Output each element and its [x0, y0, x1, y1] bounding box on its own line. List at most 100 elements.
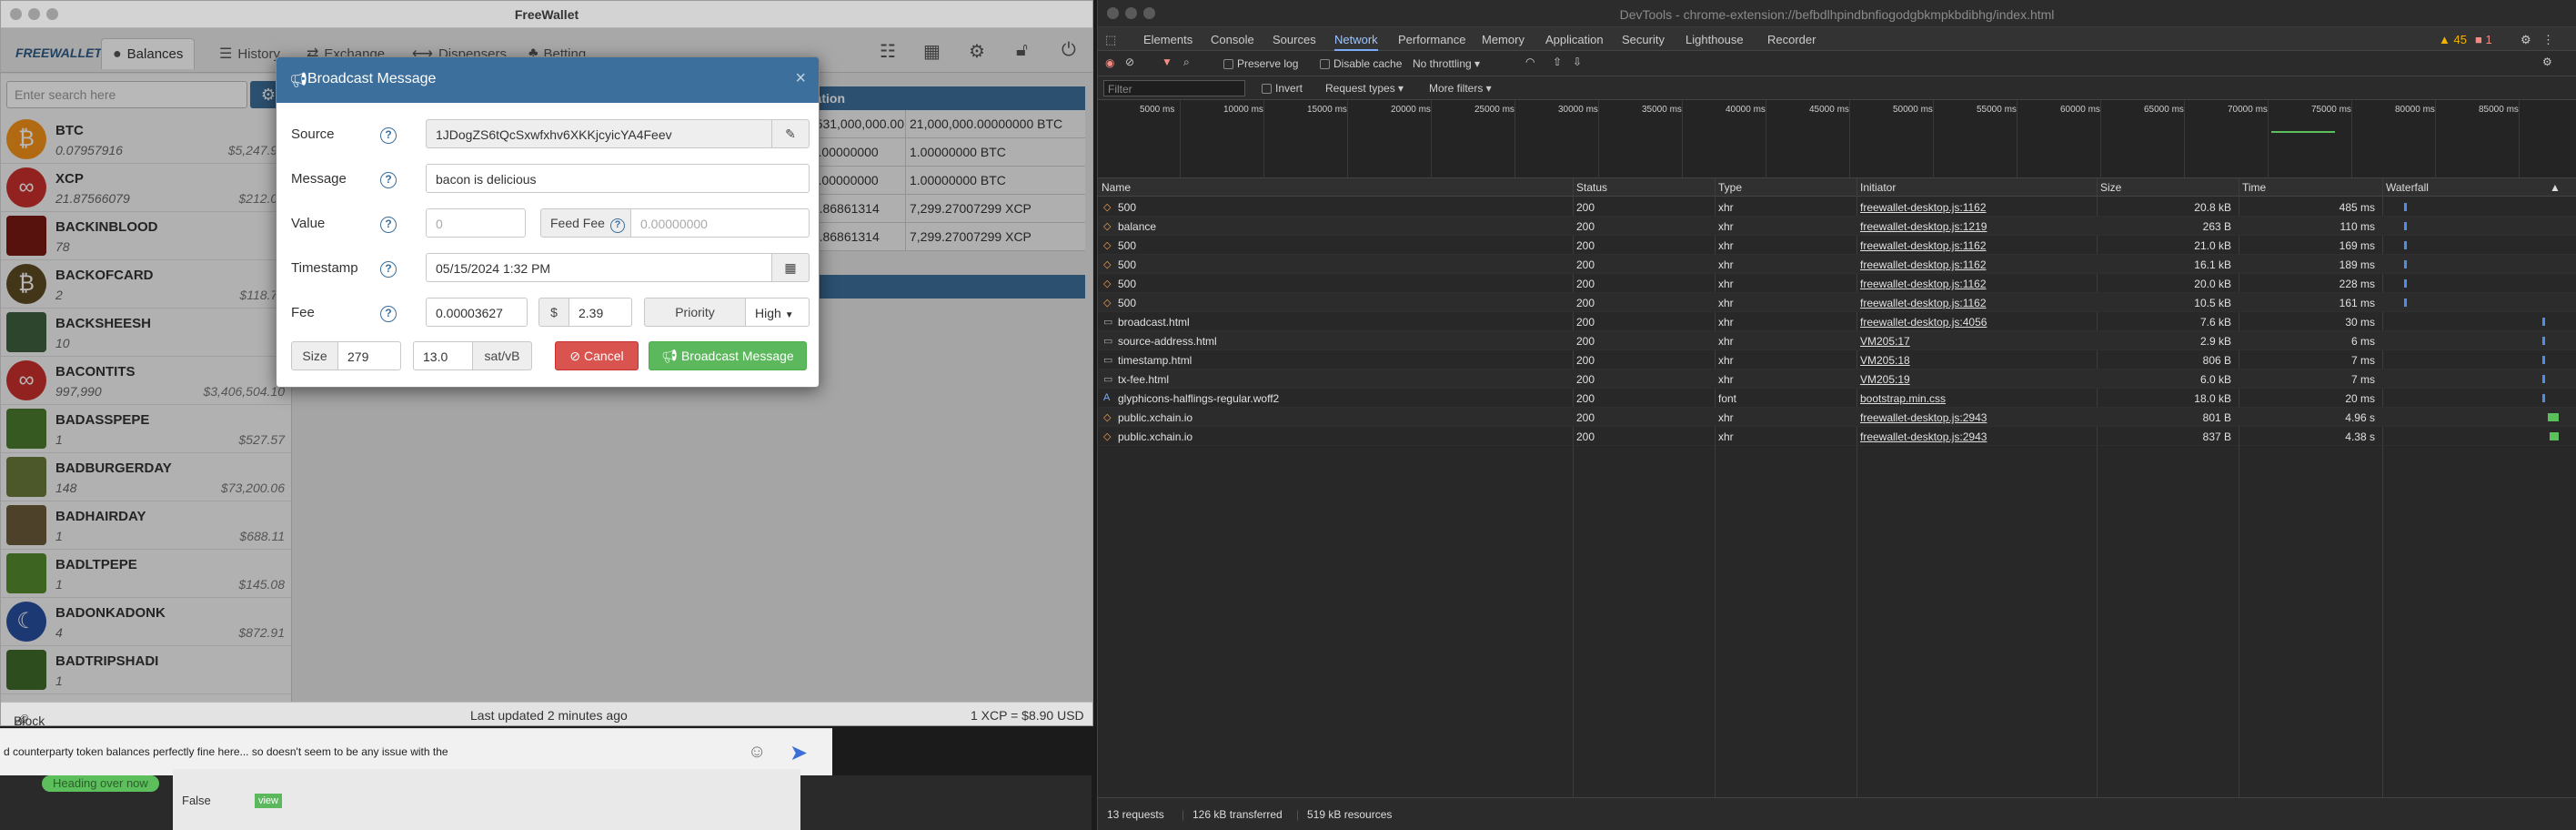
more-filters-dropdown[interactable]: More filters ▾ [1429, 82, 1492, 95]
request-initiator-link[interactable]: freewallet-desktop.js:1162 [1860, 239, 1987, 252]
fee-usd-field[interactable]: 2.39 [569, 298, 632, 327]
network-request-row[interactable]: ▭ broadcast.html 200 xhr freewallet-desktop.… [1098, 312, 2576, 331]
download-icon[interactable]: ⇩ [1573, 56, 1582, 68]
help-icon[interactable]: ? [380, 127, 397, 144]
request-initiator-link[interactable]: VM205:18 [1860, 354, 1910, 367]
message-field[interactable]: bacon is delicious [426, 164, 810, 193]
throttling-select[interactable]: No throttling ▾ [1413, 57, 1480, 70]
request-initiator-link[interactable]: bootstrap.min.css [1860, 392, 1946, 405]
inspect-icon[interactable]: ⬚ [1105, 33, 1116, 47]
column-size[interactable]: Size [2100, 181, 2121, 194]
network-request-row[interactable]: ◇ public.xchain.io 200 xhr freewallet-deskto… [1098, 408, 2576, 427]
wifi-icon[interactable]: ◠ [1525, 56, 1535, 68]
document-icon: ▭ [1103, 374, 1113, 385]
tab-network[interactable]: Network [1334, 33, 1378, 51]
request-types-dropdown[interactable]: Request types ▾ [1325, 82, 1404, 95]
invert-checkbox[interactable]: Invert [1262, 82, 1303, 95]
request-initiator-link[interactable]: freewallet-desktop.js:1162 [1860, 201, 1987, 214]
network-request-row[interactable]: ◇ 500 200 xhr freewallet-desktop.js:1162 10.5… [1098, 293, 2576, 312]
request-initiator-link[interactable]: VM205:19 [1860, 373, 1910, 386]
network-request-row[interactable]: ▭ source-address.html 200 xhr VM205:17 2.9 kB… [1098, 331, 2576, 350]
view-button[interactable]: view [255, 794, 282, 808]
fee-btc-field[interactable]: 0.00003627 [426, 298, 528, 327]
tab-application[interactable]: Application [1545, 33, 1604, 46]
more-icon[interactable]: ⋮ [2542, 33, 2554, 47]
send-icon[interactable]: ➤ [790, 740, 808, 766]
column-name[interactable]: Name [1102, 181, 1131, 194]
network-request-row[interactable]: Aglyphicons-halflings-regular.woff2 200 fo… [1098, 389, 2576, 408]
emoji-icon[interactable]: ☺ [748, 742, 766, 763]
network-request-row[interactable]: ◇ 500 200 xhr freewallet-desktop.js:1162 21.0… [1098, 236, 2576, 255]
filter-icon[interactable]: ▼ [1162, 56, 1172, 68]
feed-fee-field[interactable]: 0.00000000 [630, 208, 810, 238]
edit-source-icon[interactable]: ✎ [771, 119, 810, 148]
calendar-icon[interactable]: ▦ [771, 253, 810, 282]
help-icon[interactable]: ? [380, 306, 397, 322]
request-name: 500 [1118, 278, 1137, 290]
network-request-row[interactable]: ◇ public.xchain.io 200 xhr freewallet-deskto… [1098, 427, 2576, 446]
tab-elements[interactable]: Elements [1143, 33, 1192, 46]
request-initiator-link[interactable]: VM205:17 [1860, 335, 1910, 348]
warning-count[interactable]: ▲ 45 [2439, 33, 2467, 46]
network-request-row[interactable]: ▭ tx-fee.html 200 xhr VM205:19 6.0 kB 7 ms [1098, 369, 2576, 389]
request-initiator-link[interactable]: freewallet-desktop.js:1162 [1860, 258, 1987, 271]
network-request-row[interactable]: ▭ timestamp.html 200 xhr VM205:18 806 B 7 ms [1098, 350, 2576, 369]
network-overview-timeline[interactable]: 5000 ms 10000 ms 15000 ms 20000 ms 25000 ms 3… [1098, 100, 2576, 178]
tab-lighthouse[interactable]: Lighthouse [1685, 33, 1744, 46]
cancel-button[interactable]: ⊘ Cancel [555, 341, 639, 370]
more-filters-label: More filters [1429, 82, 1484, 95]
column-waterfall[interactable]: Waterfall [2386, 181, 2429, 194]
request-initiator-link[interactable]: freewallet-desktop.js:1162 [1860, 297, 1987, 309]
column-status[interactable]: Status [1576, 181, 1607, 194]
help-icon[interactable]: ? [609, 218, 625, 233]
help-icon[interactable]: ? [380, 172, 397, 188]
document-icon: ▭ [1103, 355, 1113, 366]
filter-input[interactable]: Filter [1103, 80, 1245, 96]
help-icon[interactable]: ? [380, 217, 397, 233]
network-request-row[interactable]: ◇ 500 200 xhr freewallet-desktop.js:1162 16.1… [1098, 255, 2576, 274]
priority-select[interactable]: High ▼ [745, 298, 810, 327]
broadcast-message-button[interactable]: 📢︎ Broadcast Message [649, 341, 807, 370]
request-size: 20.8 kB [2194, 201, 2231, 214]
request-initiator-link[interactable]: freewallet-desktop.js:1162 [1860, 278, 1987, 290]
request-type: xhr [1718, 220, 1734, 233]
tab-recorder[interactable]: Recorder [1767, 33, 1816, 46]
request-initiator-link[interactable]: freewallet-desktop.js:2943 [1860, 411, 1987, 424]
close-icon[interactable]: × [795, 68, 806, 89]
preserve-log-checkbox[interactable]: Preserve log [1223, 57, 1298, 70]
request-initiator-link[interactable]: freewallet-desktop.js:4056 [1860, 316, 1987, 329]
fee-rate-field[interactable]: 13.0 [413, 341, 473, 370]
dialog-title: Broadcast Message [307, 71, 437, 86]
gear-icon[interactable]: ⚙ [2521, 33, 2531, 47]
network-request-row[interactable]: ◇ 500 200 xhr freewallet-desktop.js:1162 20.8… [1098, 197, 2576, 217]
timeline-tick-label: 50000 ms [1893, 105, 1933, 115]
help-icon[interactable]: ? [380, 261, 397, 278]
tab-security[interactable]: Security [1622, 33, 1665, 46]
timestamp-field[interactable]: 05/15/2024 1:32 PM [426, 253, 773, 282]
request-initiator-link[interactable]: freewallet-desktop.js:2943 [1860, 430, 1987, 443]
megaphone-icon: 📢︎ [661, 349, 681, 363]
request-count: 13 requests [1107, 808, 1164, 821]
column-initiator[interactable]: Initiator [1860, 181, 1896, 194]
upload-icon[interactable]: ⇧ [1553, 56, 1562, 68]
column-type[interactable]: Type [1718, 181, 1742, 194]
gear-icon[interactable]: ⚙ [2542, 56, 2552, 68]
tab-performance[interactable]: Performance [1398, 33, 1465, 46]
tab-sources[interactable]: Sources [1273, 33, 1316, 46]
disable-cache-checkbox[interactable]: Disable cache [1320, 57, 1402, 70]
request-initiator-link[interactable]: freewallet-desktop.js:1219 [1860, 220, 1987, 233]
network-request-row[interactable]: ◇ 500 200 xhr freewallet-desktop.js:1162 20.0… [1098, 274, 2576, 293]
tab-console[interactable]: Console [1211, 33, 1254, 46]
value-field[interactable]: 0 [426, 208, 526, 238]
request-name: public.xchain.io [1118, 430, 1193, 443]
error-count[interactable]: ■ 1 [2475, 33, 2492, 46]
network-request-row[interactable]: ◇ balance 200 xhr freewallet-desktop.js:1219… [1098, 217, 2576, 236]
request-time: 110 ms [2340, 220, 2375, 233]
column-time[interactable]: Time [2242, 181, 2266, 194]
source-address-field[interactable]: 1JDogZS6tQcSxwfxhv6XKKjcyicYA4Feev [426, 119, 773, 148]
request-status: 200 [1576, 201, 1595, 214]
clear-icon[interactable]: ⊘ [1125, 56, 1134, 68]
search-icon[interactable]: ⌕ [1183, 56, 1190, 69]
tab-memory[interactable]: Memory [1482, 33, 1524, 46]
record-icon[interactable]: ◉ [1105, 56, 1114, 69]
